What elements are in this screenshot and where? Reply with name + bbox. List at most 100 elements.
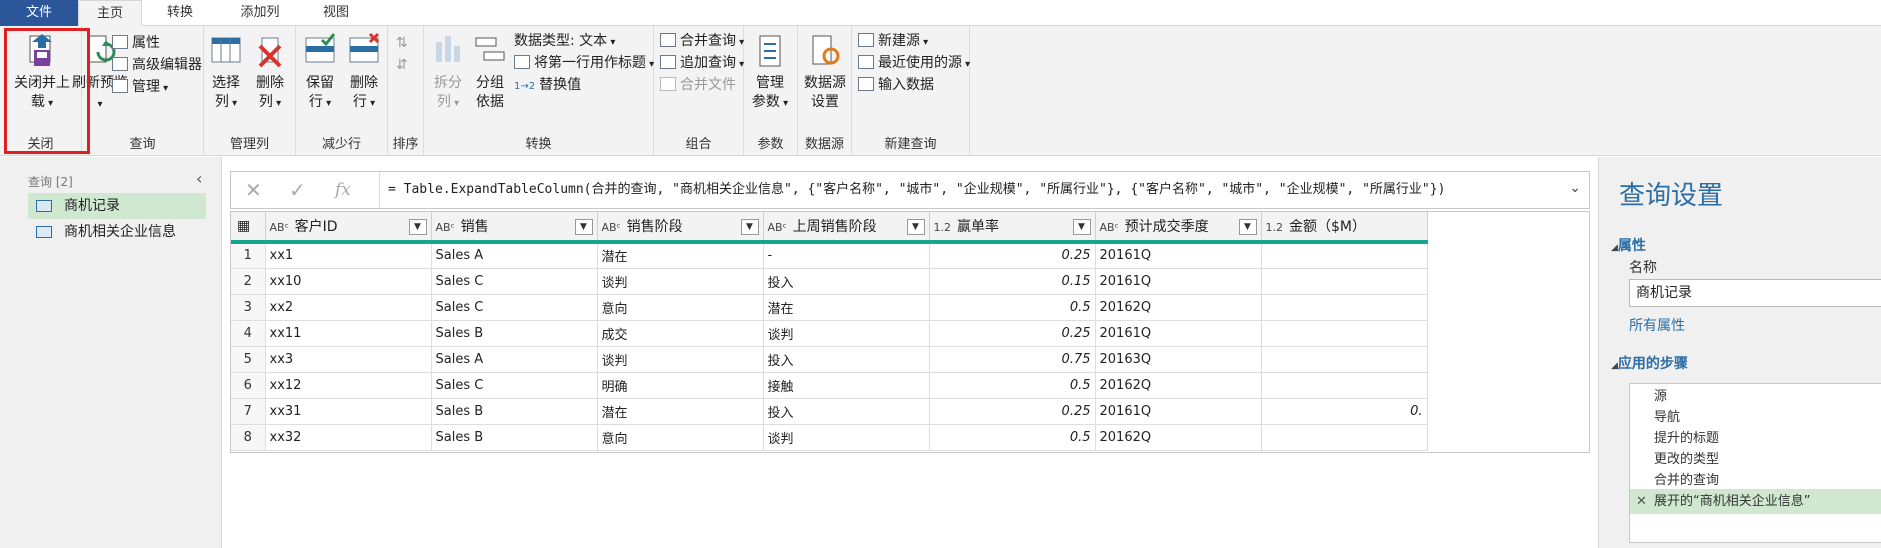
group-by-button[interactable]: 分组依据 [470,32,510,112]
column-header[interactable]: 1.2 赢单率 ▼ [929,212,1096,244]
recent-sources-button[interactable]: 最近使用的源 [858,52,970,74]
table-cell[interactable]: Sales C [431,294,598,321]
table-cell[interactable]: 20162Q [1095,372,1262,399]
column-header[interactable]: ABᶜ 上周销售阶段 ▼ [763,212,930,244]
remove-rows-button[interactable]: 删除行 [344,32,384,113]
table-cell[interactable]: 20163Q [1095,346,1262,373]
table-cell[interactable]: 潜在 [597,242,764,269]
table-cell[interactable]: 20162Q [1095,424,1262,451]
type-icon[interactable]: ABᶜ [1100,221,1119,234]
table-cell[interactable]: xx32 [265,424,432,451]
table-cell[interactable]: Sales C [431,372,598,399]
table-cell[interactable]: xx11 [265,320,432,347]
table-cell[interactable]: 20161Q [1095,398,1262,425]
table-cell[interactable]: 20162Q [1095,294,1262,321]
filter-dropdown-icon[interactable]: ▼ [1072,219,1091,235]
sort-ascending-button[interactable]: ⇅ [396,32,408,54]
manage-parameters-button[interactable]: 管理参数 [750,32,790,113]
row-number[interactable]: 8 [231,424,266,451]
table-cell[interactable]: xx3 [265,346,432,373]
row-number[interactable]: 6 [231,372,266,399]
table-cell[interactable]: 投入 [763,346,930,373]
query-item-company-info[interactable]: 商机相关企业信息 [28,219,206,245]
table-cell[interactable]: 0. [1261,398,1428,425]
data-type-dropdown[interactable]: 数据类型: 文本 [514,30,615,52]
table-cell[interactable]: 明确 [597,372,764,399]
table-cell[interactable]: 20161Q [1095,268,1262,295]
row-number[interactable]: 3 [231,294,266,321]
table-cell[interactable] [1261,320,1428,347]
table-cell[interactable]: 谈判 [597,268,764,295]
filter-dropdown-icon[interactable]: ▼ [906,219,925,235]
type-icon[interactable]: ABᶜ [768,221,787,234]
table-cell[interactable]: 意向 [597,294,764,321]
split-column-button[interactable]: 拆分列 [428,32,468,113]
table-cell[interactable]: 谈判 [597,346,764,373]
table-cell[interactable]: 0.25 [929,320,1096,347]
table-cell[interactable]: 20161Q [1095,242,1262,269]
keep-rows-button[interactable]: 保留行 [300,32,340,113]
row-number[interactable]: 7 [231,398,266,425]
tab-file[interactable]: 文件 [0,0,78,26]
column-header[interactable]: ABᶜ 销售阶段 ▼ [597,212,764,244]
type-icon[interactable]: 1.2 [934,221,952,234]
row-number[interactable]: 2 [231,268,266,295]
table-cell[interactable] [1261,242,1428,269]
table-cell[interactable]: 接触 [763,372,930,399]
new-source-button[interactable]: 新建源 [858,30,928,52]
choose-columns-button[interactable]: 选择列 [206,32,246,113]
table-cell[interactable]: 0.5 [929,372,1096,399]
column-header[interactable]: ABᶜ 预计成交季度 ▼ [1095,212,1262,244]
filter-dropdown-icon[interactable]: ▼ [574,219,593,235]
table-cell[interactable]: 谈判 [763,320,930,347]
remove-columns-button[interactable]: 删除列 [250,32,290,113]
column-header[interactable]: ABᶜ 销售 ▼ [431,212,598,244]
combine-files-button[interactable]: 合并文件 [660,74,736,96]
table-cell[interactable] [1261,268,1428,295]
type-icon[interactable]: ABᶜ [270,221,289,234]
step-item-selected[interactable]: ✕展开的“商机相关企业信息”⚙ [1630,489,1881,514]
table-cell[interactable]: Sales A [431,242,598,269]
delete-step-icon[interactable]: ✕ [1636,489,1647,514]
tab-home[interactable]: 主页 [78,0,142,26]
type-icon[interactable]: ABᶜ [602,221,621,234]
type-icon[interactable]: ABᶜ [436,221,455,234]
merge-queries-button[interactable]: 合并查询 [660,30,744,52]
applied-steps-header[interactable]: 应用的步骤 [1611,353,1688,373]
table-cell[interactable]: 意向 [597,424,764,451]
table-cell[interactable]: xx31 [265,398,432,425]
tab-transform[interactable]: 转换 [148,0,212,26]
table-cell[interactable]: 投入 [763,398,930,425]
column-header[interactable]: 1.2 金额（$M） [1261,212,1428,244]
table-cell[interactable]: xx10 [265,268,432,295]
table-cell[interactable] [1261,346,1428,373]
table-cell[interactable]: 0.5 [929,294,1096,321]
advanced-editor-button[interactable]: 高级编辑器 [112,54,202,76]
column-header[interactable]: ABᶜ 客户ID ▼ [265,212,432,244]
table-cell[interactable]: xx1 [265,242,432,269]
type-icon[interactable]: 1.2 [1266,221,1284,234]
data-source-settings-button[interactable]: 数据源设置 [802,32,848,112]
query-item-opportunities[interactable]: 商机记录 [28,193,206,219]
table-cell[interactable]: 投入 [763,268,930,295]
table-cell[interactable]: 0.15 [929,268,1096,295]
table-cell[interactable] [1261,372,1428,399]
replace-values-button[interactable]: 1→2 替换值 [514,74,581,96]
table-cell[interactable] [1261,294,1428,321]
table-cell[interactable]: 0.75 [929,346,1096,373]
tab-add-column[interactable]: 添加列 [218,0,302,26]
table-cell[interactable]: 0.5 [929,424,1096,451]
commit-formula-icon[interactable]: ✓ [289,178,306,202]
cancel-formula-icon[interactable]: ✕ [245,178,262,202]
filter-dropdown-icon[interactable]: ▼ [1238,219,1257,235]
query-name-input[interactable]: 商机记录 [1629,279,1881,307]
table-cell[interactable]: 0.25 [929,398,1096,425]
enter-data-button[interactable]: 输入数据 [858,74,934,96]
table-cell[interactable]: Sales A [431,346,598,373]
use-first-row-button[interactable]: 将第一行用作标题 [514,52,654,74]
table-cell[interactable]: 成交 [597,320,764,347]
table-cell[interactable]: xx2 [265,294,432,321]
sort-descending-button[interactable]: ⇵ [396,54,408,76]
tab-view[interactable]: 视图 [306,0,366,26]
table-menu-icon[interactable]: ▦ [231,212,266,244]
